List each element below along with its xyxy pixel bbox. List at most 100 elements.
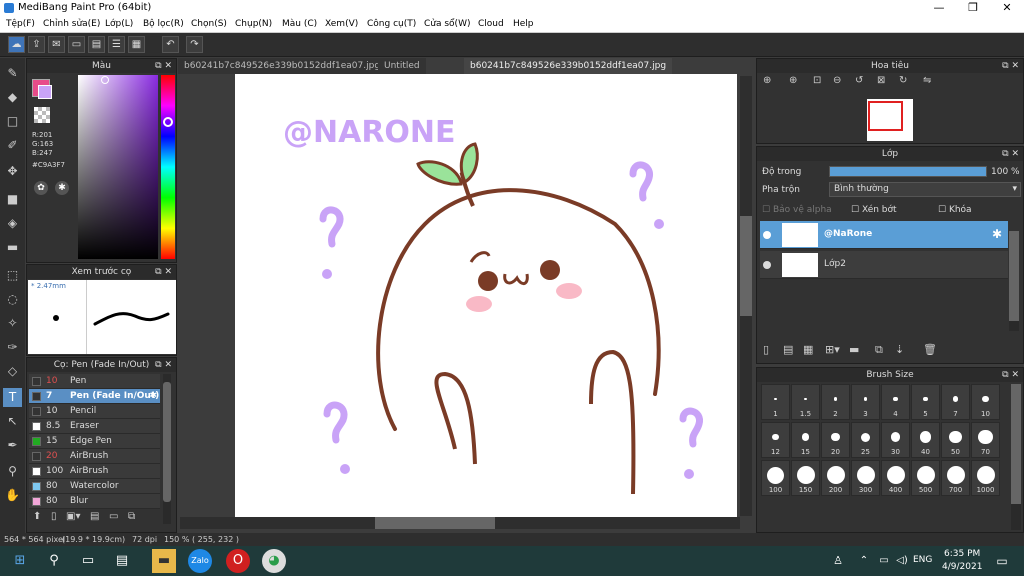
color-settings-icon[interactable]: ✱ (55, 181, 69, 195)
protect-alpha-checkbox[interactable]: ☐ Bảo vệ alpha (762, 205, 832, 215)
zoom-fit-icon[interactable]: ⊕ (763, 75, 771, 86)
transparent-swatch[interactable] (34, 107, 50, 123)
select-pen-icon[interactable]: ✑ (3, 338, 22, 357)
move-tool-icon[interactable]: ✥ (3, 162, 22, 181)
zoom-out-icon[interactable]: ⊖ (833, 75, 841, 86)
brush-size-option[interactable]: 500 (911, 460, 940, 496)
menu-cloud[interactable]: Cloud (478, 19, 504, 29)
operation-tool-icon[interactable]: ↖ (3, 412, 22, 431)
brush-item[interactable]: 80 Watercolor (29, 479, 160, 494)
brush-size-option[interactable]: 15 (791, 422, 820, 458)
merge-layer-icon[interactable]: ⇣ (895, 343, 904, 356)
blend-mode-select[interactable]: Bình thường ▾ (829, 182, 1021, 197)
new-8bit-layer-icon[interactable]: ▦ (803, 343, 813, 356)
brush-size-option[interactable]: 30 (881, 422, 910, 458)
layer-visibility-icon[interactable] (763, 231, 771, 239)
brush-item[interactable]: 10 Pen (29, 374, 160, 389)
palette-icon[interactable]: ✿ (34, 181, 48, 195)
brush-list-scroll-thumb[interactable] (163, 382, 171, 502)
lock-checkbox[interactable]: ☐ Khóa (938, 205, 972, 215)
brush-size-option[interactable]: 25 (851, 422, 880, 458)
canvas-vscroll-thumb[interactable] (740, 216, 752, 316)
brush-item[interactable]: 80 Blur (29, 494, 160, 509)
layer-row-narone[interactable]: @NaRone ✱ (760, 221, 1008, 249)
add-brush-icon[interactable]: ⬆ (33, 511, 41, 522)
lasso-icon[interactable]: ◌ (3, 290, 22, 309)
brush-size-option[interactable]: 10 (971, 384, 1000, 420)
opacity-slider[interactable] (829, 166, 987, 177)
rect-tool-icon[interactable]: □ (3, 112, 22, 131)
brush-size-option[interactable]: 7 (941, 384, 970, 420)
hue-slider-handle[interactable] (163, 117, 173, 127)
canvas-hscroll-thumb[interactable] (375, 517, 495, 529)
fit-window-icon[interactable]: ⊡ (813, 75, 821, 86)
new-layer-icon[interactable]: ▯ (763, 343, 769, 356)
magic-wand-icon[interactable]: ✧ (3, 314, 22, 333)
redo-icon[interactable]: ↷ (186, 36, 203, 53)
brush-size-option[interactable]: 2 (821, 384, 850, 420)
layer-folder-icon[interactable]: ▬ (849, 343, 859, 356)
dropper-pen-icon[interactable]: ✒ (3, 436, 22, 455)
gradient-tool-icon[interactable]: ▬ (3, 238, 22, 257)
brush-item[interactable]: 8.5 Eraser (29, 419, 160, 434)
brush-size-option[interactable]: 12 (761, 422, 790, 458)
canvas-vscroll[interactable] (740, 76, 752, 516)
brush-item[interactable]: 7 Pen (Fade In/Out) ✱ (29, 389, 160, 404)
text-tool-icon[interactable]: T (3, 388, 22, 407)
brush-item[interactable]: 20 AirBrush (29, 449, 160, 464)
maximize-button[interactable]: ❐ (956, 0, 990, 17)
rotate-left-icon[interactable]: ↺ (855, 75, 863, 86)
brush-size-option[interactable]: 1 (761, 384, 790, 420)
zoom-in-icon[interactable]: ⊕ (789, 75, 797, 86)
medibang-icon[interactable]: ◕ (262, 549, 286, 573)
brush-size-option[interactable]: 300 (851, 460, 880, 496)
brush-size-option[interactable]: 40 (911, 422, 940, 458)
search-icon[interactable]: ⚲ (42, 549, 66, 573)
people-icon[interactable]: ♙ (826, 549, 850, 573)
brush-size-scrollbar[interactable] (1011, 384, 1021, 530)
brush-item[interactable]: 15 Edge Pen (29, 434, 160, 449)
word-icon[interactable]: ▤ (110, 549, 134, 573)
brush-item[interactable]: 10 Pencil (29, 404, 160, 419)
share-icon[interactable]: ⇪ (28, 36, 45, 53)
menu-file[interactable]: Tệp(F) (6, 19, 35, 29)
hand-tool-icon[interactable]: ✋ (3, 486, 22, 505)
doc-tab-active[interactable]: b60241b7c849526e339b0152ddf1ea07.jpg (464, 58, 673, 74)
brush-size-option[interactable]: 4 (881, 384, 910, 420)
navigator-viewport-rect[interactable] (868, 101, 903, 131)
drawing-canvas[interactable]: @NARONE (235, 74, 737, 517)
menu-view[interactable]: Xem(V) (325, 19, 358, 29)
select-rect-icon[interactable]: ⬚ (3, 266, 22, 285)
rotate-right-icon[interactable]: ↻ (899, 75, 907, 86)
notification-icon[interactable]: ▭ (990, 549, 1014, 573)
brush-size-option[interactable]: 20 (821, 422, 850, 458)
brush-tool-icon[interactable]: ✎ (3, 64, 22, 83)
reset-view-icon[interactable]: ⊠ (877, 75, 885, 86)
windows-start-icon[interactable]: ⊞ (8, 549, 32, 573)
brush-size-option[interactable]: 200 (821, 460, 850, 496)
pen-tool-icon[interactable]: ✐ (3, 136, 22, 155)
brush-size-option[interactable]: 70 (971, 422, 1000, 458)
layer-visibility-icon[interactable] (763, 261, 771, 269)
navigator-thumbnail[interactable] (867, 99, 913, 141)
opera-icon[interactable]: O (226, 549, 250, 573)
cloud-icon[interactable]: ☁ (8, 36, 25, 53)
menu-window[interactable]: Cửa sổ(W) (424, 19, 470, 29)
menu-help[interactable]: Help (513, 19, 534, 29)
brush-size-option[interactable]: 5 (911, 384, 940, 420)
undo-icon[interactable]: ↶ (162, 36, 179, 53)
background-color-swatch[interactable] (38, 85, 52, 99)
close-button[interactable]: ✕ (990, 0, 1024, 17)
menu-color[interactable]: Màu (C) (282, 19, 317, 29)
brush-size-option[interactable]: 3 (851, 384, 880, 420)
brush-size-option[interactable]: 700 (941, 460, 970, 496)
brush-page-icon[interactable]: ▤ (90, 511, 99, 522)
layer-list-scrollbar[interactable] (1009, 231, 1019, 331)
saturation-value-picker[interactable] (78, 75, 158, 259)
file-explorer-icon[interactable]: ▬ (152, 549, 176, 573)
language-indicator[interactable]: ENG (913, 555, 932, 565)
menu-select[interactable]: Chọn(S) (191, 19, 227, 29)
duplicate-layer-icon[interactable]: ⧉ (875, 343, 883, 357)
task-view-icon[interactable]: ▭ (76, 549, 100, 573)
grid-icon[interactable]: ▦ (128, 36, 145, 53)
